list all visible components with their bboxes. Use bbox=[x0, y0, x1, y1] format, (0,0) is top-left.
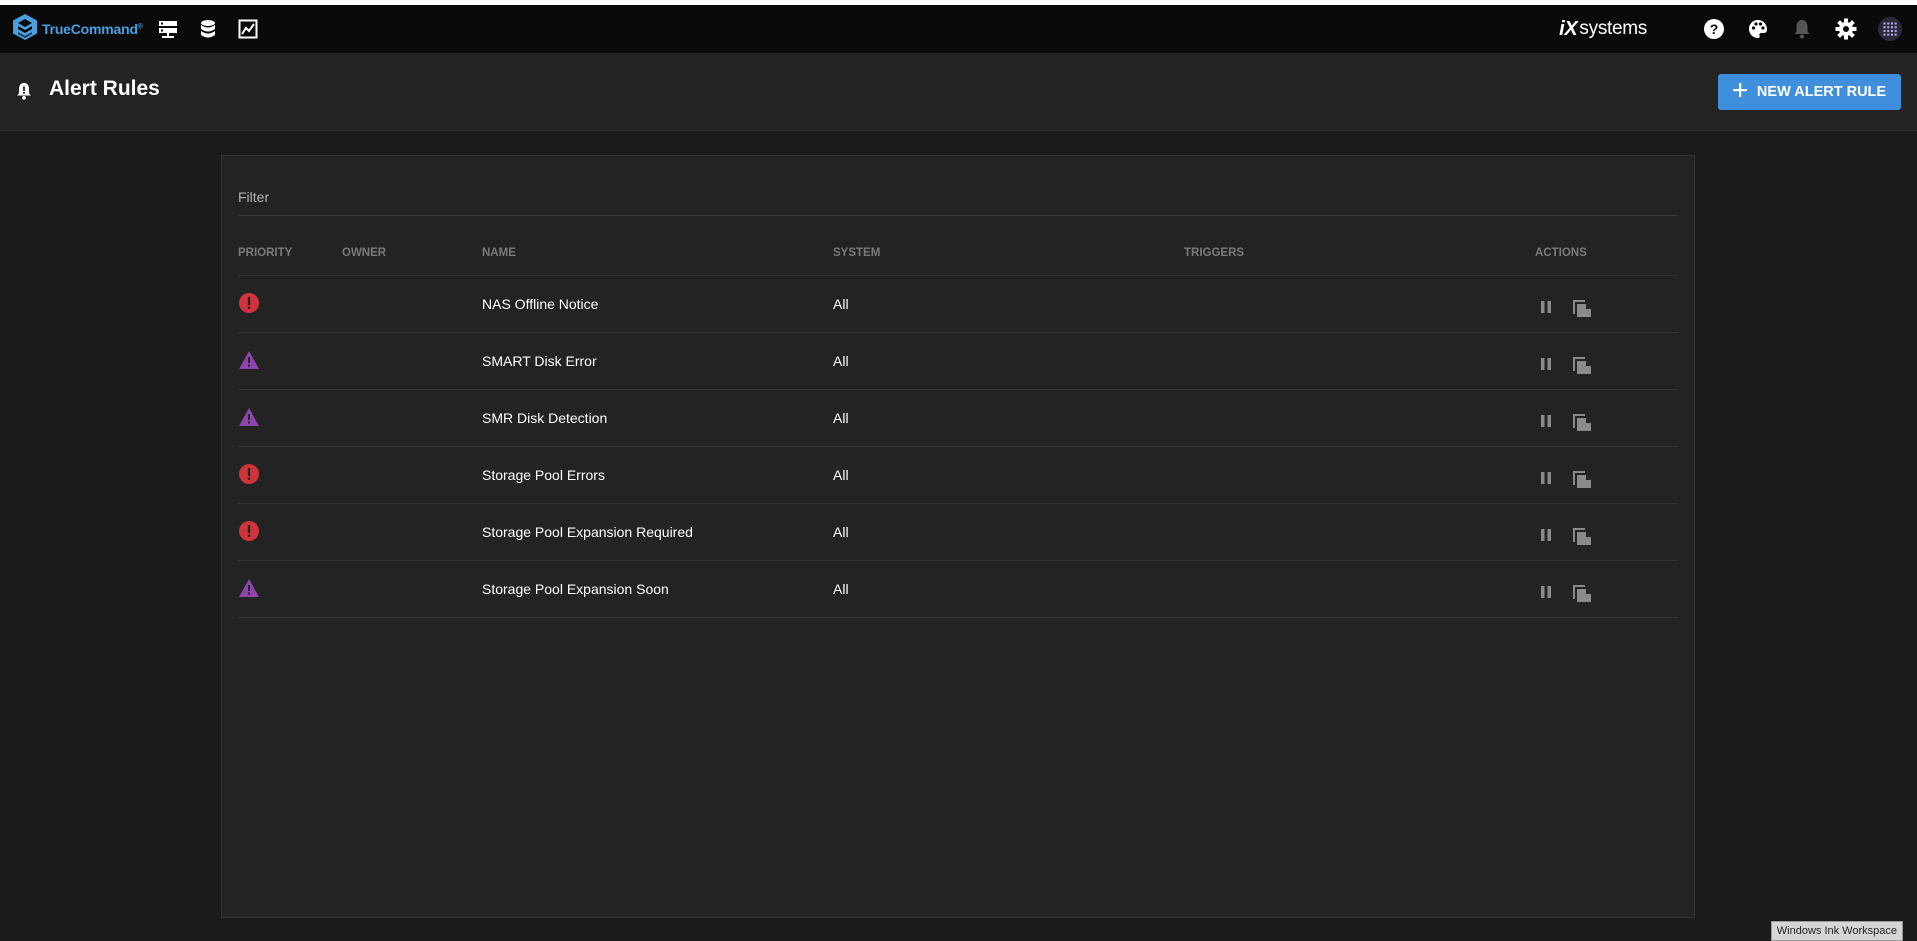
svg-text:?: ? bbox=[1710, 21, 1719, 37]
row-system: All bbox=[833, 410, 849, 426]
row-name[interactable]: SMR Disk Detection bbox=[482, 410, 607, 426]
table-row[interactable]: Storage Pool Expansion Soon All bbox=[238, 561, 1678, 618]
pause-icon[interactable] bbox=[1535, 353, 1557, 375]
pause-icon[interactable] bbox=[1535, 467, 1557, 489]
theme-palette-icon[interactable] bbox=[1745, 16, 1771, 42]
row-name[interactable]: SMART Disk Error bbox=[482, 353, 597, 369]
priority-critical-icon bbox=[238, 292, 260, 314]
table-row[interactable]: SMART Disk Error All bbox=[238, 333, 1678, 390]
row-system: All bbox=[833, 524, 849, 540]
alert-rules-card: Filter PRIORITY OWNER NAME SYSTEM TRIGGE… bbox=[221, 155, 1695, 918]
filter-input[interactable]: Filter bbox=[238, 189, 1678, 216]
main-nav bbox=[157, 18, 259, 40]
notifications-bell-icon[interactable] bbox=[1789, 16, 1815, 42]
truecommand-logo[interactable]: TrueCommand® bbox=[12, 13, 143, 46]
priority-critical-icon bbox=[238, 520, 260, 542]
storage-icon[interactable] bbox=[197, 18, 219, 40]
plus-icon bbox=[1732, 83, 1747, 101]
header-priority[interactable]: PRIORITY bbox=[238, 247, 292, 259]
ixsystems-logo[interactable]: iX systems bbox=[1559, 18, 1647, 41]
logo-text: TrueCommand® bbox=[42, 21, 143, 37]
header-name[interactable]: NAME bbox=[482, 247, 516, 259]
pause-icon[interactable] bbox=[1535, 524, 1557, 546]
truecommand-logo-icon bbox=[12, 13, 38, 46]
priority-warning-icon bbox=[238, 406, 260, 428]
table-row[interactable]: NAS Offline Notice All bbox=[238, 276, 1678, 333]
top-navbar: TrueCommand® iX systems ? bbox=[0, 5, 1917, 53]
row-name[interactable]: Storage Pool Expansion Soon bbox=[482, 581, 669, 597]
table-header: PRIORITY OWNER NAME SYSTEM TRIGGERS ACTI… bbox=[238, 247, 1678, 276]
row-actions bbox=[1535, 581, 1593, 603]
pause-icon[interactable] bbox=[1535, 581, 1557, 603]
row-system: All bbox=[833, 581, 849, 597]
duplicate-icon[interactable] bbox=[1571, 524, 1593, 546]
new-alert-rule-button[interactable]: NEW ALERT RULE bbox=[1718, 74, 1901, 110]
filter-placeholder: Filter bbox=[238, 189, 270, 205]
row-actions bbox=[1535, 524, 1593, 546]
settings-gear-icon[interactable] bbox=[1833, 16, 1859, 42]
alert-bell-icon bbox=[14, 81, 34, 106]
duplicate-icon[interactable] bbox=[1571, 296, 1593, 318]
duplicate-icon[interactable] bbox=[1571, 467, 1593, 489]
user-avatar-icon[interactable] bbox=[1877, 16, 1903, 42]
row-system: All bbox=[833, 353, 849, 369]
row-actions bbox=[1535, 296, 1593, 318]
row-actions bbox=[1535, 410, 1593, 432]
row-system: All bbox=[833, 467, 849, 483]
row-name[interactable]: NAS Offline Notice bbox=[482, 296, 598, 312]
row-actions bbox=[1535, 467, 1593, 489]
page-title: Alert Rules bbox=[49, 77, 160, 100]
windows-ink-workspace-button[interactable]: Windows Ink Workspace bbox=[1770, 921, 1903, 941]
table-row[interactable]: Storage Pool Expansion Required All bbox=[238, 504, 1678, 561]
row-name[interactable]: Storage Pool Errors bbox=[482, 467, 605, 483]
priority-critical-icon bbox=[238, 463, 260, 485]
page-header: Alert Rules NEW ALERT RULE bbox=[0, 53, 1917, 131]
servers-icon[interactable] bbox=[157, 18, 179, 40]
row-actions bbox=[1535, 353, 1593, 375]
help-icon[interactable]: ? bbox=[1701, 16, 1727, 42]
row-system: All bbox=[833, 296, 849, 312]
table-row[interactable]: SMR Disk Detection All bbox=[238, 390, 1678, 447]
priority-warning-icon bbox=[238, 577, 260, 599]
duplicate-icon[interactable] bbox=[1571, 410, 1593, 432]
header-owner[interactable]: OWNER bbox=[342, 247, 386, 259]
pause-icon[interactable] bbox=[1535, 296, 1557, 318]
new-alert-rule-label: NEW ALERT RULE bbox=[1756, 84, 1887, 100]
header-triggers[interactable]: TRIGGERS bbox=[1184, 247, 1244, 259]
duplicate-icon[interactable] bbox=[1571, 581, 1593, 603]
duplicate-icon[interactable] bbox=[1571, 353, 1593, 375]
table-row[interactable]: Storage Pool Errors All bbox=[238, 447, 1678, 504]
table-body: NAS Offline Notice All SMART Disk Error All… bbox=[238, 276, 1678, 618]
row-name[interactable]: Storage Pool Expansion Required bbox=[482, 524, 693, 540]
pause-icon[interactable] bbox=[1535, 410, 1557, 432]
header-actions: ACTIONS bbox=[1535, 247, 1587, 259]
priority-warning-icon bbox=[238, 349, 260, 371]
header-system[interactable]: SYSTEM bbox=[833, 247, 880, 259]
top-right-tools: iX systems ? bbox=[1559, 5, 1903, 53]
reports-chart-icon[interactable] bbox=[237, 18, 259, 40]
